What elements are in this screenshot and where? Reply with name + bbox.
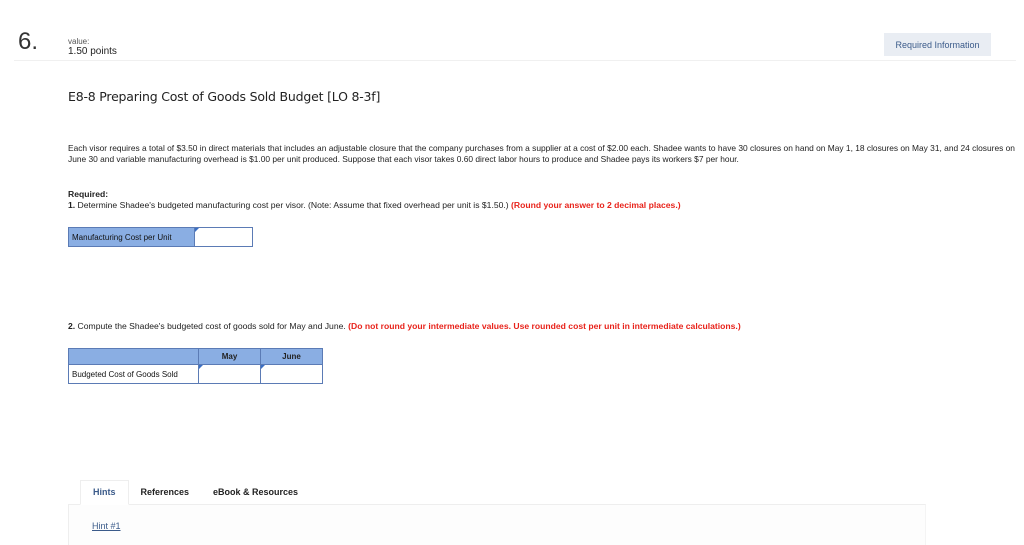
manufacturing-cost-label: Manufacturing Cost per Unit <box>68 227 195 247</box>
requirement-2-instruction: (Do not round your intermediate values. … <box>348 321 741 331</box>
requirement-2: 2. Compute the Shadee's budgeted cost of… <box>68 321 741 331</box>
header-divider <box>14 60 1016 61</box>
cogs-may-cell[interactable] <box>198 364 261 384</box>
manufacturing-cost-input[interactable] <box>195 227 252 246</box>
value-label: value: <box>68 37 90 46</box>
tab-ebook-resources[interactable]: eBook & Resources <box>201 480 310 505</box>
table-row: Budgeted Cost of Goods Sold <box>68 364 323 384</box>
manufacturing-cost-cell[interactable] <box>194 227 253 247</box>
table-header-row: May June <box>68 348 323 365</box>
manufacturing-cost-table: Manufacturing Cost per Unit <box>68 227 253 247</box>
requirement-2-text: Compute the Shadee's budgeted cost of go… <box>75 321 349 331</box>
problem-title: E8-8 Preparing Cost of Goods Sold Budget… <box>68 89 381 104</box>
requirement-1-text: Determine Shadee's budgeted manufacturin… <box>75 200 512 210</box>
question-number: 6. <box>18 28 39 55</box>
cogs-row-label: Budgeted Cost of Goods Sold <box>68 364 199 384</box>
cogs-june-input[interactable] <box>261 364 322 383</box>
problem-description: Each visor requires a total of $3.50 in … <box>68 143 1015 164</box>
required-information-button[interactable]: Required Information <box>884 33 991 56</box>
tab-hints[interactable]: Hints <box>80 480 129 505</box>
question-points: 1.50 points <box>68 46 117 57</box>
hint-1-link[interactable]: Hint #1 <box>92 521 121 531</box>
cogs-table: May June Budgeted Cost of Goods Sold <box>68 348 323 384</box>
header-may: May <box>198 348 261 365</box>
tab-references[interactable]: References <box>129 480 202 505</box>
resource-tabs: Hints References eBook & Resources <box>80 480 310 505</box>
requirement-1-instruction: (Round your answer to 2 decimal places.) <box>511 200 681 210</box>
required-heading: Required: <box>68 189 109 199</box>
header-june: June <box>260 348 323 365</box>
requirement-1: 1. Determine Shadee's budgeted manufactu… <box>68 200 681 210</box>
table-row: Manufacturing Cost per Unit <box>68 227 253 247</box>
input-flag-icon <box>199 365 203 369</box>
cogs-june-cell[interactable] <box>260 364 323 384</box>
header-blank <box>68 348 199 365</box>
cogs-may-input[interactable] <box>199 364 260 383</box>
input-flag-icon <box>261 365 265 369</box>
input-flag-icon <box>195 228 199 232</box>
